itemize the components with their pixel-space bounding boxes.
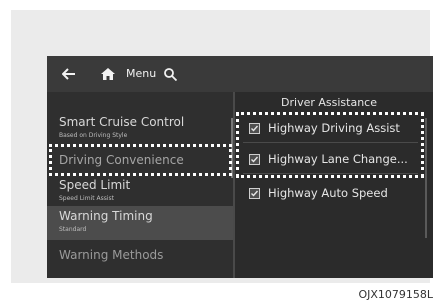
back-button[interactable] <box>57 56 81 92</box>
figure-caption: OJX1079158L <box>358 288 433 301</box>
top-bar: Menu <box>47 56 433 92</box>
highlight-box-highway-options <box>236 112 424 178</box>
infotainment-screen: Menu Smart Cruise Control Based on Drivi… <box>47 56 433 278</box>
home-button[interactable] <box>97 56 119 92</box>
menu-item-smart-cruise-control[interactable]: Smart Cruise Control Based on Driving St… <box>47 112 233 146</box>
figure-frame: Menu Smart Cruise Control Based on Drivi… <box>11 10 433 283</box>
checkbox-icon[interactable] <box>249 188 260 199</box>
option-highway-auto-speed[interactable]: Highway Auto Speed <box>237 181 422 207</box>
menu-button[interactable]: Menu <box>126 56 156 92</box>
panel-title: Driver Assistance <box>281 96 377 109</box>
menu-item-label: Speed Limit <box>59 178 131 192</box>
right-scrollbar[interactable] <box>425 118 427 238</box>
menu-item-sublabel: Speed Limit Assist <box>59 195 114 202</box>
menu-item-sublabel: Standard <box>59 226 87 233</box>
menu-item-label: Smart Cruise Control <box>59 115 185 129</box>
menu-item-warning-timing[interactable]: Warning Timing Standard <box>47 206 233 240</box>
highlight-box-driving-convenience <box>49 144 232 176</box>
menu-item-label: Warning Methods <box>59 248 164 262</box>
panel-divider <box>233 92 235 278</box>
menu-item-speed-limit[interactable]: Speed Limit Speed Limit Assist <box>47 178 233 208</box>
search-button[interactable] <box>159 56 181 92</box>
menu-item-sublabel: Based on Driving Style <box>59 132 128 139</box>
menu-item-label: Warning Timing <box>59 209 153 223</box>
search-icon <box>163 67 177 81</box>
home-icon <box>101 68 115 80</box>
option-label: Highway Auto Speed <box>268 186 388 200</box>
arrow-left-icon <box>62 68 75 80</box>
menu-item-warning-methods[interactable]: Warning Methods <box>47 242 233 272</box>
